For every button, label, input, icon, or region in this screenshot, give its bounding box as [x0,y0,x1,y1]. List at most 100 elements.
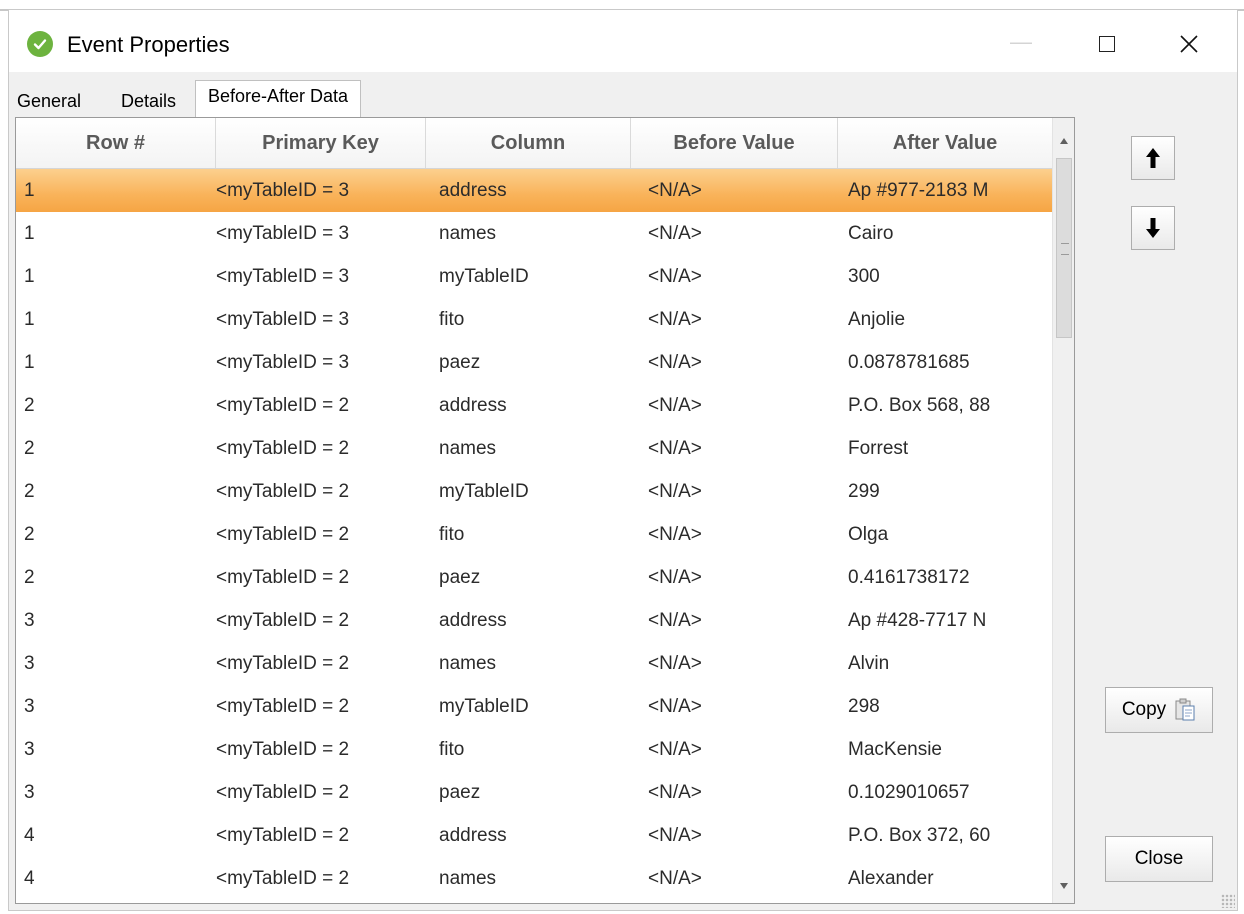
table-row[interactable]: 4 <myTableID = 2 address <N/A> P.O. Box 372,… [16,814,1052,857]
column-header-column[interactable]: Column [426,118,631,168]
window-title: Event Properties [67,32,230,57]
tab-general[interactable]: General [13,86,85,116]
cell-column: myTableID [439,481,529,502]
column-header-before-value[interactable]: Before Value [631,118,838,168]
cell-primary-key: <myTableID = 2 [216,696,350,717]
tab-details[interactable]: Details [117,86,180,116]
cell-primary-key: <myTableID = 2 [216,438,350,459]
before-after-grid[interactable]: Row # Primary Key Column Before Value Af… [15,117,1075,904]
table-row[interactable]: 4 <myTableID = 2 names <N/A> Alexander [16,857,1052,900]
cell-column: address [439,610,507,631]
table-row[interactable]: 3 <myTableID = 2 names <N/A> Alvin [16,642,1052,685]
cell-after-value: Olga [848,524,889,545]
cell-row-number: 4 [24,825,35,846]
scroll-down-button[interactable] [1053,873,1074,899]
cell-before-value: <N/A> [648,782,702,803]
clipboard-icon [1175,698,1195,721]
cell-after-value: P.O. Box 372, 60 [848,825,991,846]
cell-column: names [439,653,497,674]
tab-before-after-data[interactable]: Before-After Data [195,80,362,118]
column-header-primary-key[interactable]: Primary Key [216,118,426,168]
cell-primary-key: <myTableID = 2 [216,782,350,803]
cell-primary-key: <myTableID = 2 [216,610,350,631]
cell-before-value: <N/A> [648,696,702,717]
cell-primary-key: <myTableID = 2 [216,739,350,760]
event-properties-dialog: Event Properties — General Details Befor… [8,9,1238,911]
table-row[interactable]: 3 <myTableID = 2 address <N/A> Ap #428-7717 … [16,599,1052,642]
cell-before-value: <N/A> [648,395,702,416]
cell-primary-key: <myTableID = 2 [216,524,350,545]
green-check-icon [27,31,53,57]
cell-primary-key: <myTableID = 2 [216,481,350,502]
maximize-button[interactable] [1093,30,1121,58]
grid-header: Row # Primary Key Column Before Value Af… [16,118,1052,169]
vertical-scrollbar[interactable] [1052,118,1074,903]
table-row[interactable]: 1 <myTableID = 3 address <N/A> Ap #977-2183 … [16,169,1052,212]
cell-after-value: Alvin [848,653,890,674]
close-button[interactable]: Close [1105,836,1213,882]
cell-before-value: <N/A> [648,610,702,631]
tab-strip: General Details Before-After Data [9,80,1237,118]
cell-row-number: 1 [24,180,35,201]
table-row[interactable]: 1 <myTableID = 3 myTableID <N/A> 300 [16,255,1052,298]
cell-primary-key: <myTableID = 3 [216,309,350,330]
cell-primary-key: <myTableID = 3 [216,180,350,201]
cell-after-value: Ap #977-2183 M [848,180,989,201]
cell-column: names [439,438,497,459]
cell-column: fito [439,739,465,760]
table-row[interactable]: 3 <myTableID = 2 paez <N/A> 0.1029010657 [16,771,1052,814]
cell-after-value: 300 [848,266,880,287]
close-window-button[interactable] [1171,26,1207,62]
table-row[interactable]: 1 <myTableID = 3 fito <N/A> Anjolie [16,298,1052,341]
arrow-up-icon [1146,148,1160,168]
cell-column: address [439,395,507,416]
resize-grip[interactable] [1221,894,1235,908]
move-down-button[interactable] [1131,206,1175,250]
scrollbar-thumb[interactable] [1056,158,1072,338]
cell-before-value: <N/A> [648,223,702,244]
cell-before-value: <N/A> [648,739,702,760]
cell-column: address [439,180,507,201]
table-row[interactable]: 2 <myTableID = 2 myTableID <N/A> 299 [16,470,1052,513]
table-row[interactable]: 2 <myTableID = 2 address <N/A> P.O. Box 568,… [16,384,1052,427]
cell-primary-key: <myTableID = 2 [216,395,350,416]
cell-after-value: Forrest [848,438,909,459]
copy-button[interactable]: Copy [1105,687,1213,733]
cell-row-number: 2 [24,567,35,588]
table-row[interactable]: 2 <myTableID = 2 paez <N/A> 0.4161738172 [16,556,1052,599]
cell-row-number: 4 [24,868,35,889]
cell-row-number: 3 [24,739,35,760]
cell-row-number: 3 [24,782,35,803]
cell-row-number: 3 [24,610,35,631]
column-header-row-number[interactable]: Row # [16,118,216,168]
cell-column: myTableID [439,696,529,717]
table-row[interactable]: 2 <myTableID = 2 names <N/A> Forrest [16,427,1052,470]
close-button-label: Close [1134,848,1184,869]
cell-after-value: 0.1029010657 [848,782,970,803]
title-bar[interactable]: Event Properties — [9,10,1237,72]
column-header-after-value[interactable]: After Value [838,118,1052,168]
cell-row-number: 2 [24,481,35,502]
cell-before-value: <N/A> [648,825,702,846]
minimize-button[interactable]: — [999,31,1043,56]
table-row[interactable]: 1 <myTableID = 3 paez <N/A> 0.0878781685 [16,341,1052,384]
cell-before-value: <N/A> [648,309,702,330]
cell-primary-key: <myTableID = 3 [216,266,350,287]
cell-primary-key: <myTableID = 2 [216,825,350,846]
cell-column: address [439,825,507,846]
move-up-button[interactable] [1131,136,1175,180]
scrollbar-grip [1061,243,1069,255]
table-row[interactable]: 1 <myTableID = 3 names <N/A> Cairo [16,212,1052,255]
table-row[interactable]: 3 <myTableID = 2 fito <N/A> MacKensie [16,728,1052,771]
table-row[interactable]: 2 <myTableID = 2 fito <N/A> Olga [16,513,1052,556]
table-row[interactable]: 3 <myTableID = 2 myTableID <N/A> 298 [16,685,1052,728]
scroll-up-button[interactable] [1053,128,1074,154]
cell-before-value: <N/A> [648,481,702,502]
cell-row-number: 1 [24,266,35,287]
copy-button-label: Copy [1121,699,1167,720]
cell-column: myTableID [439,266,529,287]
cell-after-value: 299 [848,481,880,502]
cell-column: paez [439,352,481,373]
cell-after-value: P.O. Box 568, 88 [848,395,991,416]
cell-primary-key: <myTableID = 2 [216,868,350,889]
